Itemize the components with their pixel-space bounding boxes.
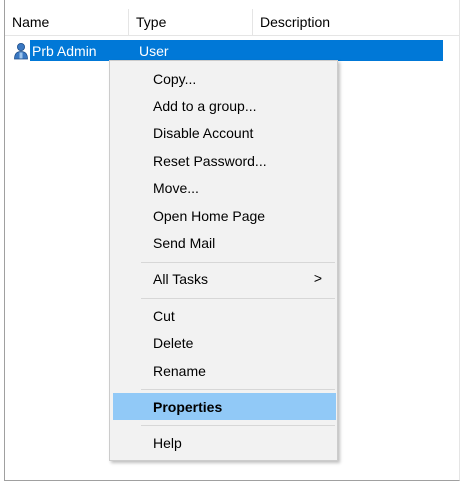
menu-item-delete[interactable]: Delete	[113, 329, 336, 356]
chevron-right-icon: >	[313, 270, 322, 286]
menu-item-all-tasks[interactable]: All Tasks >	[113, 265, 336, 292]
menu-item-disable-account[interactable]: Disable Account	[113, 119, 336, 146]
item-type: User	[139, 42, 169, 59]
column-header-type[interactable]: Type	[128, 9, 252, 35]
list-item[interactable]: Prb Admin User	[13, 40, 443, 61]
menu-item-properties[interactable]: Properties	[113, 393, 336, 420]
menu-separator	[141, 425, 335, 426]
menu-separator	[141, 389, 335, 390]
menu-item-reset-password[interactable]: Reset Password...	[113, 147, 336, 174]
menu-separator	[141, 298, 335, 299]
menu-item-add-to-group[interactable]: Add to a group...	[113, 92, 336, 119]
menu-item-move[interactable]: Move...	[113, 174, 336, 201]
menu-item-send-mail[interactable]: Send Mail	[113, 229, 336, 256]
menu-item-rename[interactable]: Rename	[113, 357, 336, 384]
context-menu: Copy... Add to a group... Disable Accoun…	[109, 60, 338, 461]
item-name: Prb Admin	[32, 42, 97, 59]
menu-separator	[141, 262, 335, 263]
column-header-name[interactable]: Name	[5, 9, 128, 35]
menu-item-help[interactable]: Help	[113, 429, 336, 456]
menu-item-copy[interactable]: Copy...	[113, 65, 336, 92]
column-description-label: Description	[260, 14, 331, 30]
column-header-description[interactable]: Description	[252, 9, 437, 35]
column-header: Name Type Description	[5, 9, 460, 36]
menu-item-cut[interactable]: Cut	[113, 302, 336, 329]
column-type-label: Type	[136, 14, 167, 30]
user-icon	[14, 42, 28, 59]
menu-item-open-home-page[interactable]: Open Home Page	[113, 202, 336, 229]
column-name-label: Name	[12, 14, 50, 30]
